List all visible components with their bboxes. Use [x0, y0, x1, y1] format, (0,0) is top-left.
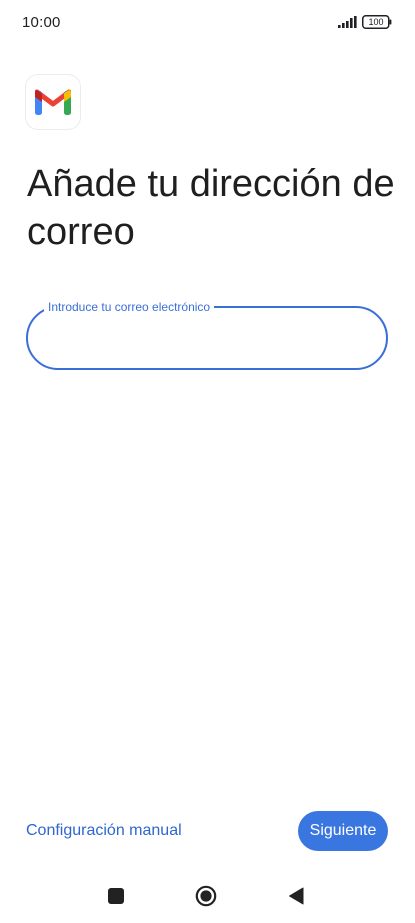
email-field[interactable]: Introduce tu correo electrónico: [26, 299, 388, 370]
recents-icon[interactable]: [108, 888, 124, 904]
manual-setup-link[interactable]: Configuración manual: [26, 822, 182, 840]
signal-icon: [338, 16, 357, 28]
next-button[interactable]: Siguiente: [298, 811, 388, 851]
gmail-logo: [26, 75, 80, 129]
status-bar: 10:00 100: [0, 0, 415, 46]
status-time: 10:00: [22, 14, 61, 31]
navigation-bar: [0, 872, 415, 918]
page-title: Añade tu dirección de correo: [27, 163, 395, 253]
email-input[interactable]: [46, 326, 370, 352]
battery-level: 100: [368, 17, 384, 27]
back-icon[interactable]: [288, 887, 304, 905]
email-field-label: Introduce tu correo electrónico: [44, 299, 215, 315]
gmail-logo-icon: [35, 89, 71, 115]
home-icon[interactable]: [195, 885, 217, 907]
